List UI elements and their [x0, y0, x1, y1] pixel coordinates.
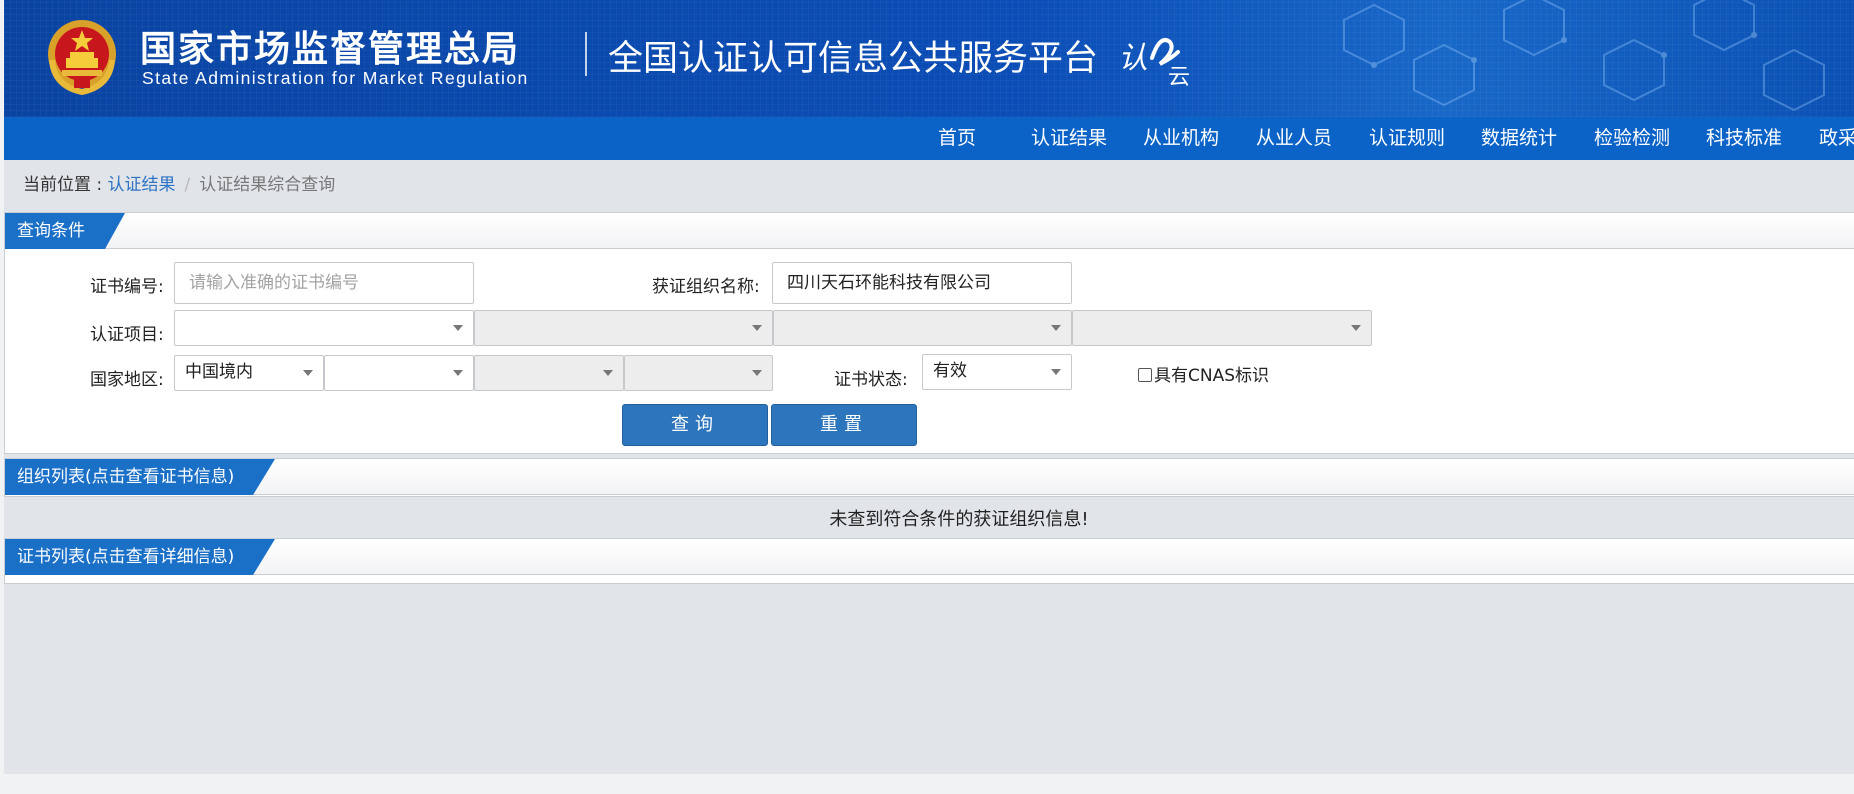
- logo-char-right: 云: [1168, 65, 1190, 86]
- cnas-checkbox-label: 具有CNAS标识: [1154, 366, 1270, 386]
- search-button[interactable]: 查询: [622, 404, 768, 446]
- region-select-province[interactable]: [324, 355, 474, 391]
- cert-no-label: 证书编号:: [90, 277, 164, 297]
- chevron-down-icon: [752, 325, 762, 331]
- header-divider: [585, 32, 587, 76]
- agency-name-cn: 国家市场监督管理总局: [140, 29, 521, 70]
- region-select-district[interactable]: [624, 355, 773, 391]
- org-name-label: 获证组织名称:: [652, 277, 760, 297]
- cert-panel-title: 证书列表(点击查看详细信息): [17, 547, 235, 567]
- page-frame: 国家市场监督管理总局 State Administration for Mark…: [4, 0, 1854, 774]
- main-nav: 首页 认证结果 从业机构 从业人员 认证规则 数据统计 检验检测 科技标准 政采: [4, 117, 1854, 160]
- nav-item-personnel[interactable]: 从业人员: [1256, 117, 1332, 160]
- nav-item-statistics[interactable]: 数据统计: [1481, 117, 1557, 160]
- cnas-checkbox[interactable]: [1138, 368, 1152, 382]
- chevron-down-icon: [1051, 369, 1061, 375]
- cert-list-panel: 证书列表(点击查看详细信息): [4, 538, 1854, 584]
- nav-item-procurement[interactable]: 政采: [1819, 117, 1854, 160]
- status-label: 证书状态:: [834, 370, 908, 390]
- cert-project-select-3[interactable]: [773, 310, 1072, 346]
- site-header: 国家市场监督管理总局 State Administration for Mark…: [4, 0, 1854, 117]
- cert-project-label: 认证项目:: [90, 325, 164, 345]
- nav-item-cert-results[interactable]: 认证结果: [1031, 117, 1107, 160]
- cert-panel-header: 证书列表(点击查看详细信息): [5, 539, 1854, 575]
- cert-project-select-4[interactable]: [1072, 310, 1372, 346]
- breadcrumb: 当前位置 : 认证结果 / 认证结果综合查询: [23, 170, 335, 195]
- region-select-city[interactable]: [474, 355, 624, 391]
- national-emblem-icon: [48, 20, 116, 96]
- cert-project-select-2[interactable]: [474, 310, 773, 346]
- nav-item-standards[interactable]: 科技标准: [1706, 117, 1782, 160]
- nav-item-institutions[interactable]: 从业机构: [1143, 117, 1219, 160]
- region-select-value: 中国境内: [185, 362, 253, 382]
- breadcrumb-link-cert-results[interactable]: 认证结果: [108, 175, 176, 195]
- org-name-input[interactable]: 四川天石环能科技有限公司: [772, 262, 1072, 304]
- breadcrumb-prefix: 当前位置 :: [23, 175, 108, 195]
- query-panel-header: 查询条件: [5, 213, 1854, 249]
- org-panel-title: 组织列表(点击查看证书信息): [17, 467, 235, 487]
- status-select[interactable]: 有效: [922, 354, 1072, 390]
- chevron-down-icon: [453, 370, 463, 376]
- status-select-value: 有效: [933, 361, 967, 381]
- breadcrumb-current: 认证结果综合查询: [199, 175, 336, 195]
- query-panel-tab: 查询条件: [5, 213, 125, 249]
- region-select-country[interactable]: 中国境内: [174, 355, 324, 391]
- nav-item-cert-rules[interactable]: 认证规则: [1369, 117, 1445, 160]
- query-panel-title: 查询条件: [17, 221, 85, 241]
- org-list-panel: 组织列表(点击查看证书信息): [4, 458, 1854, 497]
- nav-item-home[interactable]: 首页: [938, 117, 976, 160]
- org-empty-message: 未查到符合条件的获证组织信息!: [829, 509, 1089, 530]
- chevron-down-icon: [752, 370, 762, 376]
- breadcrumb-separator: /: [184, 175, 191, 195]
- chevron-down-icon: [453, 325, 463, 331]
- org-panel-header: 组织列表(点击查看证书信息): [5, 459, 1854, 495]
- cert-project-select-1[interactable]: [174, 310, 474, 346]
- chevron-down-icon: [303, 370, 313, 376]
- agency-name-en: State Administration for Market Regulati…: [142, 68, 529, 88]
- hexagon-pattern-icon: [1343, 0, 1825, 112]
- chevron-down-icon: [1351, 325, 1361, 331]
- chevron-down-icon: [603, 370, 613, 376]
- cnas-checkbox-wrap[interactable]: 具有CNAS标识: [1138, 361, 1269, 386]
- logo-char-left: 认: [1118, 41, 1148, 76]
- chevron-down-icon: [1051, 325, 1061, 331]
- cert-panel-tab: 证书列表(点击查看详细信息): [5, 539, 275, 575]
- org-panel-tab: 组织列表(点击查看证书信息): [5, 459, 275, 495]
- reset-button[interactable]: 重置: [771, 404, 917, 446]
- platform-title: 全国认证认可信息公共服务平台: [608, 39, 1099, 79]
- renyun-logo-icon: 认 云: [1118, 38, 1190, 86]
- nav-item-inspection[interactable]: 检验检测: [1594, 117, 1670, 160]
- region-label: 国家地区:: [90, 370, 164, 390]
- cert-no-input[interactable]: [174, 262, 474, 304]
